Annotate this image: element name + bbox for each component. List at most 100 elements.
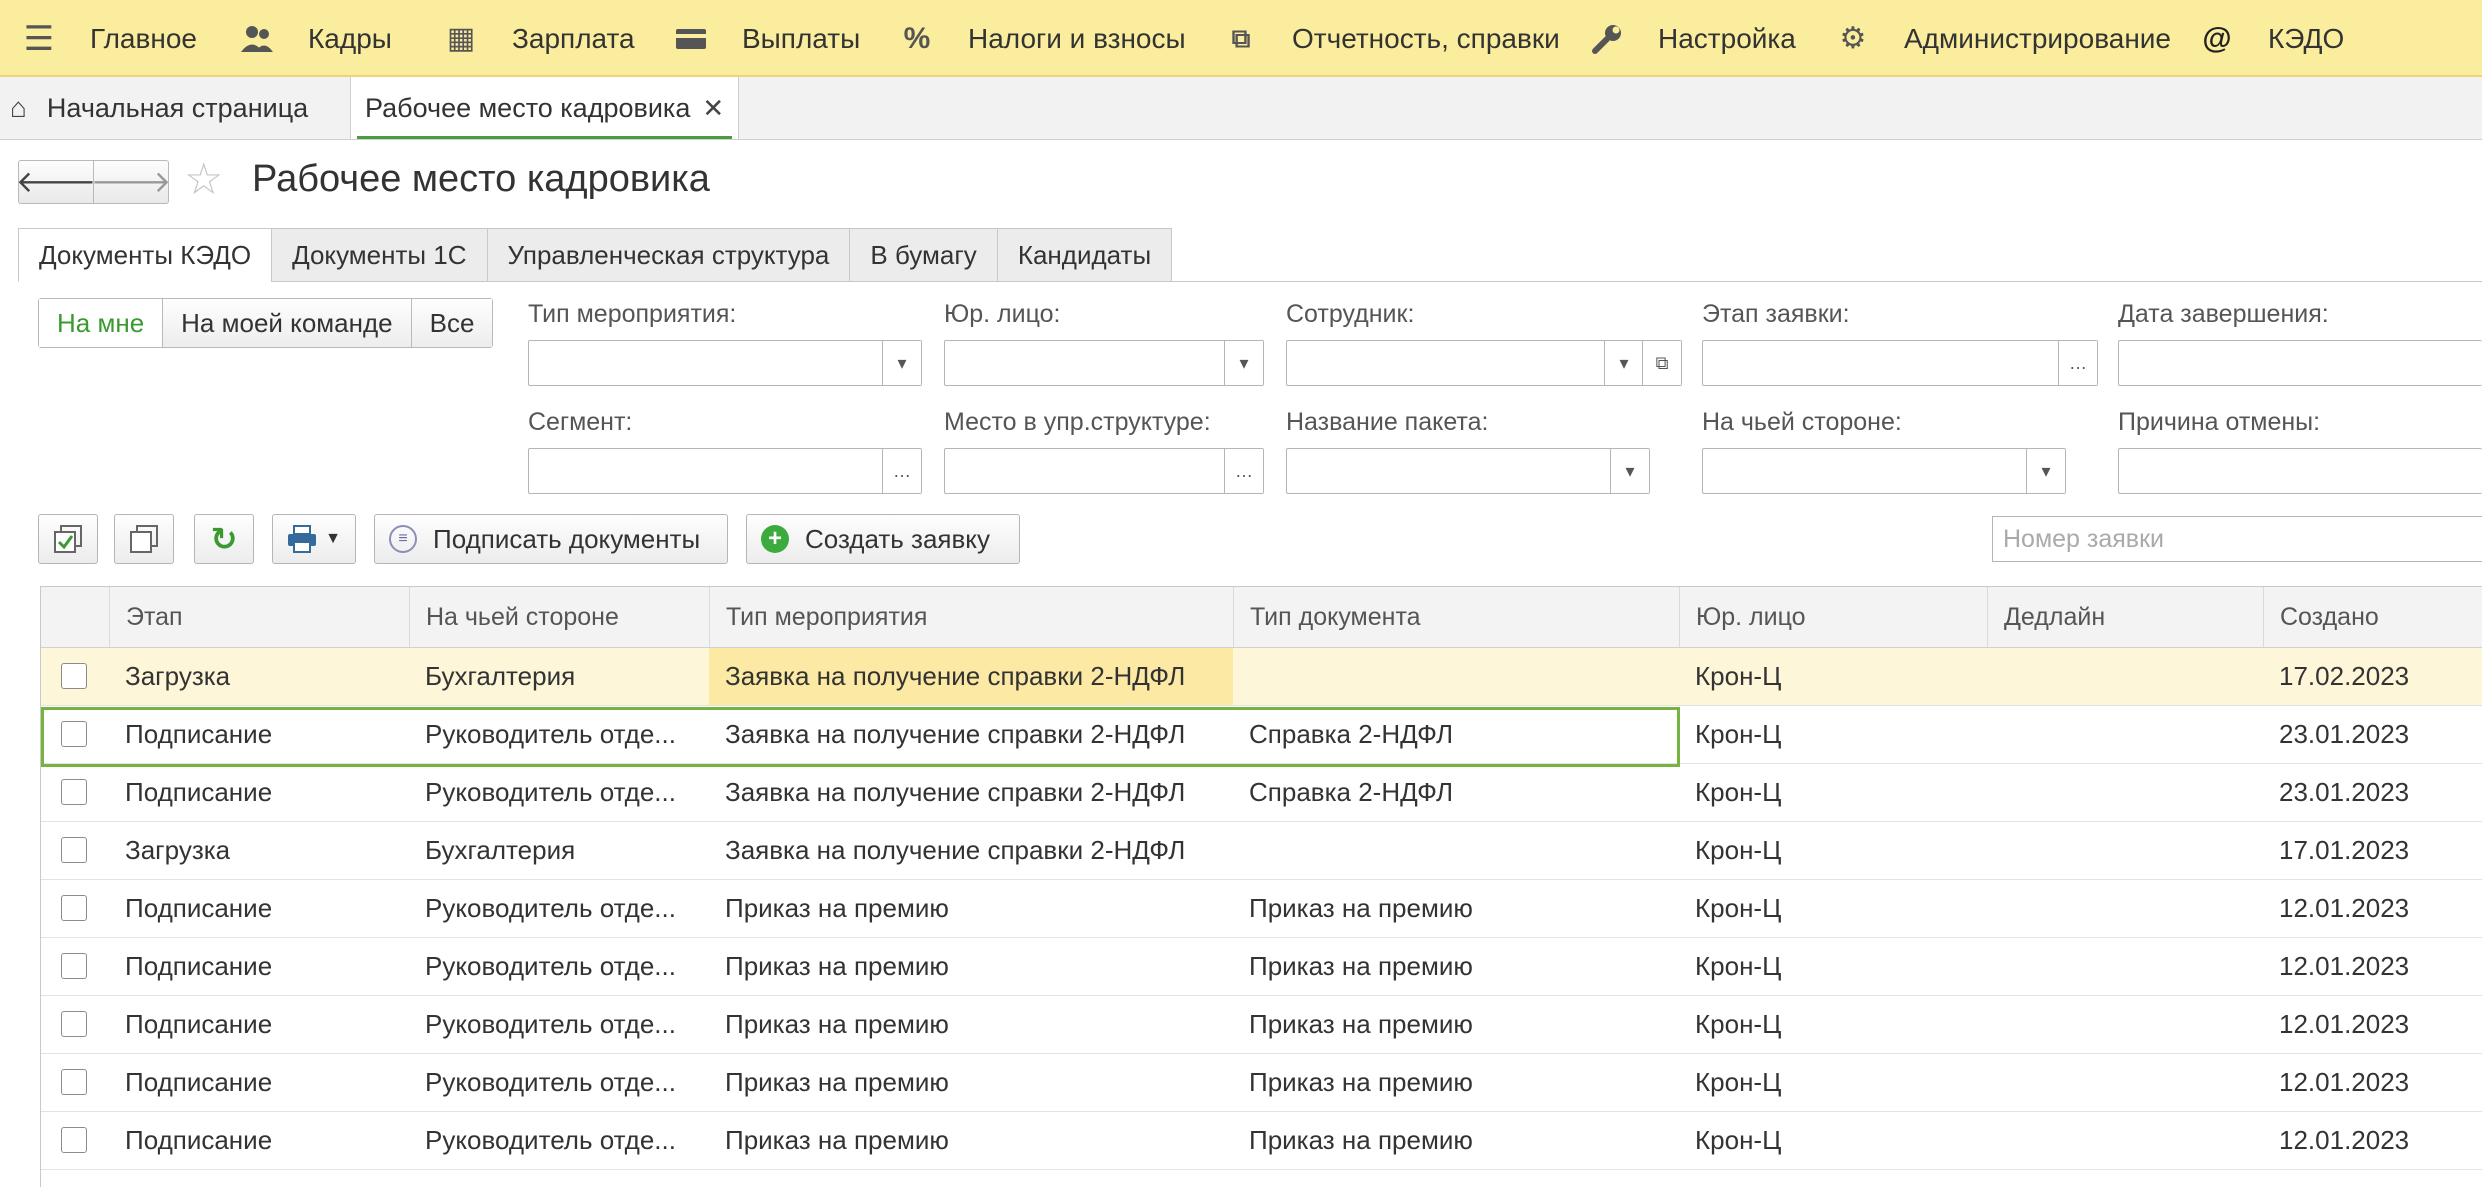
- tab-1c-documents[interactable]: Документы 1С: [271, 228, 488, 282]
- col-stage[interactable]: Этап: [109, 587, 409, 647]
- table-cell: 12.01.2023: [2279, 1125, 2410, 1155]
- print-button[interactable]: ▼: [272, 514, 356, 564]
- col-event-type[interactable]: Тип мероприятия: [709, 587, 1233, 647]
- select-icon[interactable]: …: [2058, 341, 2097, 385]
- table-cell: 23.01.2023: [2279, 777, 2410, 807]
- event-type-field[interactable]: ▾: [528, 340, 922, 386]
- menu-item-salary[interactable]: ▦ Зарплата: [444, 0, 635, 77]
- tab-home[interactable]: ⌂ Начальная страница: [10, 77, 324, 139]
- table-cell: 12.01.2023: [2279, 1009, 2410, 1039]
- table-row[interactable]: Подписание Руководитель отде... Приказ на …: [41, 1054, 2482, 1112]
- table-cell: Приказ на премию: [725, 1067, 949, 1097]
- scope-team[interactable]: На моей команде: [163, 299, 412, 347]
- select-icon[interactable]: …: [882, 449, 921, 493]
- col-legal-entity[interactable]: Юр. лицо: [1679, 587, 1987, 647]
- scope-mine[interactable]: На мне: [39, 299, 164, 347]
- legal-entity-field[interactable]: ▾: [944, 340, 1264, 386]
- table-row[interactable]: Подписание Руководитель отде... Приказ на …: [41, 880, 2482, 938]
- table-cell: Крон-Ц: [1695, 1067, 1782, 1097]
- table-cell: Заявка на получение справки 2-НДФЛ: [725, 777, 1186, 807]
- tab-to-paper[interactable]: В бумагу: [849, 228, 998, 282]
- menu-item-taxes[interactable]: % Налоги и взносы: [900, 0, 1186, 77]
- col-side[interactable]: На чьей стороне: [409, 587, 709, 647]
- row-checkbox[interactable]: [61, 721, 87, 747]
- chevron-down-icon: ▼: [325, 530, 341, 547]
- documents-table: Этап На чьей стороне Тип мероприятия Тип…: [40, 586, 2482, 1187]
- cancel-reason-field[interactable]: [2118, 448, 2482, 494]
- table-cell: Крон-Ц: [1695, 777, 1782, 807]
- row-checkbox[interactable]: [61, 837, 87, 863]
- dropdown-icon[interactable]: ▾: [2026, 449, 2065, 493]
- dropdown-icon[interactable]: ▾: [1224, 341, 1263, 385]
- table-cell: [1987, 1112, 2263, 1169]
- menu-item-payments[interactable]: Выплаты: [674, 0, 860, 77]
- create-request-button[interactable]: + Создать заявку: [746, 514, 1020, 564]
- sign-documents-button[interactable]: ≡ Подписать документы: [374, 514, 728, 564]
- col-doc-type[interactable]: Тип документа: [1233, 587, 1679, 647]
- col-created[interactable]: Создано: [2263, 587, 2482, 647]
- table-row[interactable]: Подписание Руководитель отде... Приказ на …: [41, 996, 2482, 1054]
- menu-item-admin[interactable]: ⚙ Администрирование: [1836, 0, 2171, 77]
- open-icon[interactable]: ⧉: [1642, 341, 1681, 385]
- scope-all[interactable]: Все: [411, 299, 493, 347]
- row-checkbox[interactable]: [61, 1011, 87, 1037]
- package-field[interactable]: ▾: [1286, 448, 1650, 494]
- row-checkbox[interactable]: [61, 1069, 87, 1095]
- table-cell: Приказ на премию: [725, 951, 949, 981]
- dropdown-icon[interactable]: ▾: [1610, 449, 1649, 493]
- table-row[interactable]: Подписание Руководитель отде... Заявка на …: [41, 764, 2482, 822]
- table-row[interactable]: Подписание Руководитель отде... Приказ на …: [41, 938, 2482, 996]
- table-row[interactable]: Подписание Руководитель отде... Приказ на …: [41, 1112, 2482, 1170]
- menu-item-main[interactable]: ☰ Главное: [22, 0, 197, 77]
- row-checkbox[interactable]: [61, 895, 87, 921]
- table-row[interactable]: Загрузка Бухгалтерия Заявка на получение с…: [41, 648, 2482, 706]
- table-row[interactable]: Подписание Руководитель отде... Заявка на …: [41, 706, 2482, 764]
- row-checkbox[interactable]: [61, 953, 87, 979]
- menu-item-staff[interactable]: Кадры: [240, 0, 392, 77]
- tab-kedo-documents[interactable]: Документы КЭДО: [18, 228, 273, 282]
- table-cell: Загрузка: [125, 661, 231, 691]
- close-icon[interactable]: ✕: [702, 93, 724, 124]
- forward-button[interactable]: 🡒: [90, 160, 172, 204]
- tab-mgmt-structure[interactable]: Управленческая структура: [486, 228, 851, 282]
- table-cell: Крон-Ц: [1695, 1125, 1782, 1155]
- back-button[interactable]: 🡐: [16, 160, 96, 204]
- tab-hr-workplace[interactable]: Рабочее место кадровика ✕: [350, 77, 740, 139]
- table-cell: Крон-Ц: [1695, 893, 1782, 923]
- table-cell: Крон-Ц: [1695, 951, 1782, 981]
- table-cell: Бухгалтерия: [425, 835, 576, 865]
- end-date-field[interactable]: [2118, 340, 2482, 386]
- refresh-icon: ↻: [210, 521, 238, 557]
- printer-icon: [288, 525, 317, 553]
- stage-field[interactable]: …: [1702, 340, 2098, 386]
- star-icon[interactable]: ☆: [184, 154, 223, 205]
- dropdown-icon[interactable]: ▾: [882, 341, 921, 385]
- dropdown-icon[interactable]: ▾: [1604, 341, 1643, 385]
- side-field[interactable]: ▾: [1702, 448, 2066, 494]
- employee-field[interactable]: ▾ ⧉: [1286, 340, 1682, 386]
- tab-candidates[interactable]: Кандидаты: [996, 228, 1173, 282]
- at-icon: @: [2202, 21, 2232, 55]
- menu-item-kedo[interactable]: @ КЭДО: [2200, 0, 2344, 77]
- segment-field[interactable]: …: [528, 448, 922, 494]
- cancel-reason-label: Причина отмены:: [2118, 408, 2321, 436]
- table-cell: Крон-Ц: [1695, 1009, 1782, 1039]
- mgmt-place-field[interactable]: …: [944, 448, 1264, 494]
- refresh-button[interactable]: ↻: [194, 514, 254, 564]
- plus-circle-icon: +: [761, 525, 789, 553]
- select-all-button[interactable]: [38, 514, 98, 564]
- menu-item-settings[interactable]: Настройка: [1590, 0, 1796, 77]
- row-checkbox[interactable]: [61, 1127, 87, 1153]
- table-cell: Приказ на премию: [1249, 1125, 1473, 1155]
- arrow-right-icon: 🡒: [90, 166, 172, 199]
- row-checkbox[interactable]: [61, 779, 87, 805]
- row-checkbox[interactable]: [61, 663, 87, 689]
- table-cell: Руководитель отде...: [425, 719, 676, 749]
- col-deadline[interactable]: Дедлайн: [1987, 587, 2263, 647]
- table-row[interactable]: Загрузка Бухгалтерия Заявка на получение с…: [41, 822, 2482, 880]
- select-icon[interactable]: …: [1224, 449, 1263, 493]
- request-number-input[interactable]: Номер заявки: [1992, 516, 2482, 562]
- sign-icon: ≡: [389, 525, 417, 553]
- menu-item-reports[interactable]: ⧉ Отчетность, справки: [1224, 0, 1560, 77]
- deselect-all-button[interactable]: [114, 514, 174, 564]
